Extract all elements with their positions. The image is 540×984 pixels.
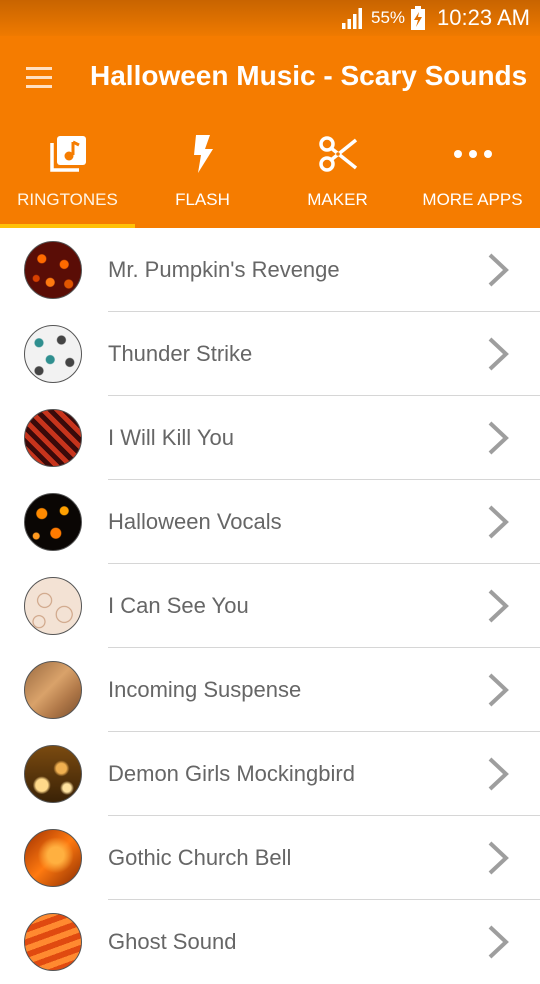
battery-percent: 55% [371, 8, 406, 27]
ringtone-name: Incoming Suspense [108, 677, 302, 702]
list-item[interactable]: I Can See You [0, 564, 540, 648]
tab-ringtones[interactable]: RINGTONES [0, 120, 135, 228]
app-title: Halloween Music - Scary Sounds [90, 60, 528, 91]
chevron-right-icon[interactable] [484, 252, 514, 288]
list-item[interactable]: Mr. Pumpkin's Revenge [0, 228, 540, 312]
ringtone-thumbnail [24, 745, 82, 803]
list-item[interactable]: I Will Kill You [0, 396, 540, 480]
ringtone-thumbnail [24, 241, 82, 299]
list-item[interactable]: Thunder Strike [0, 312, 540, 396]
tab-maker[interactable]: MAKER [270, 120, 405, 228]
tab-more-apps[interactable]: MORE APPS [405, 120, 540, 228]
ringtone-thumbnail [24, 829, 82, 887]
ringtone-thumbnail [24, 577, 82, 635]
ringtone-name: Halloween Vocals [108, 509, 282, 534]
hamburger-menu-icon[interactable] [22, 63, 56, 93]
signal-icon [342, 8, 363, 29]
tab-label: MAKER [307, 190, 368, 209]
tab-label: FLASH [175, 190, 230, 209]
ringtone-name: I Will Kill You [108, 425, 234, 450]
chevron-right-icon[interactable] [484, 672, 514, 708]
tab-label: RINGTONES [17, 190, 118, 209]
ringtone-name: I Can See You [108, 593, 249, 618]
list-item[interactable]: Incoming Suspense [0, 648, 540, 732]
chevron-right-icon[interactable] [484, 420, 514, 456]
ringtone-thumbnail [24, 913, 82, 971]
ringtone-name: Gothic Church Bell [108, 845, 292, 870]
ringtone-name: Mr. Pumpkin's Revenge [108, 257, 340, 282]
ringtone-thumbnail [24, 325, 82, 383]
ringtone-thumbnail [24, 409, 82, 467]
list-item[interactable]: Demon Girls Mockingbird [0, 732, 540, 816]
music-library-icon [49, 136, 86, 172]
ringtone-name: Demon Girls Mockingbird [108, 761, 355, 786]
ringtone-thumbnail [24, 661, 82, 719]
tab-bar: RINGTONES FLASH MAKER MORE APPS [0, 120, 540, 228]
tab-label: MORE APPS [422, 190, 523, 209]
ringtone-thumbnail [24, 493, 82, 551]
lightning-bolt-icon [193, 135, 213, 173]
chevron-right-icon[interactable] [484, 504, 514, 540]
ringtone-name: Ghost Sound [108, 929, 237, 954]
tab-flash[interactable]: FLASH [135, 120, 270, 228]
scissors-icon [318, 136, 357, 172]
chevron-right-icon[interactable] [484, 756, 514, 792]
list-item[interactable]: Halloween Vocals [0, 480, 540, 564]
ringtone-list: Mr. Pumpkin's Revenge Thunder Strike I W… [0, 228, 540, 984]
list-item[interactable]: Ghost Sound [0, 900, 540, 984]
clock: 10:23 AM [437, 5, 530, 30]
chevron-right-icon[interactable] [484, 336, 514, 372]
status-bar: 55% 10:23 AM [0, 0, 540, 36]
chevron-right-icon[interactable] [484, 588, 514, 624]
chevron-right-icon[interactable] [484, 924, 514, 960]
app-toolbar: Halloween Music - Scary Sounds [0, 36, 540, 120]
chevron-right-icon[interactable] [484, 840, 514, 876]
list-item[interactable]: Gothic Church Bell [0, 816, 540, 900]
ringtone-name: Thunder Strike [108, 341, 253, 366]
more-dots-icon [453, 150, 492, 158]
battery-charging-icon [411, 6, 426, 30]
